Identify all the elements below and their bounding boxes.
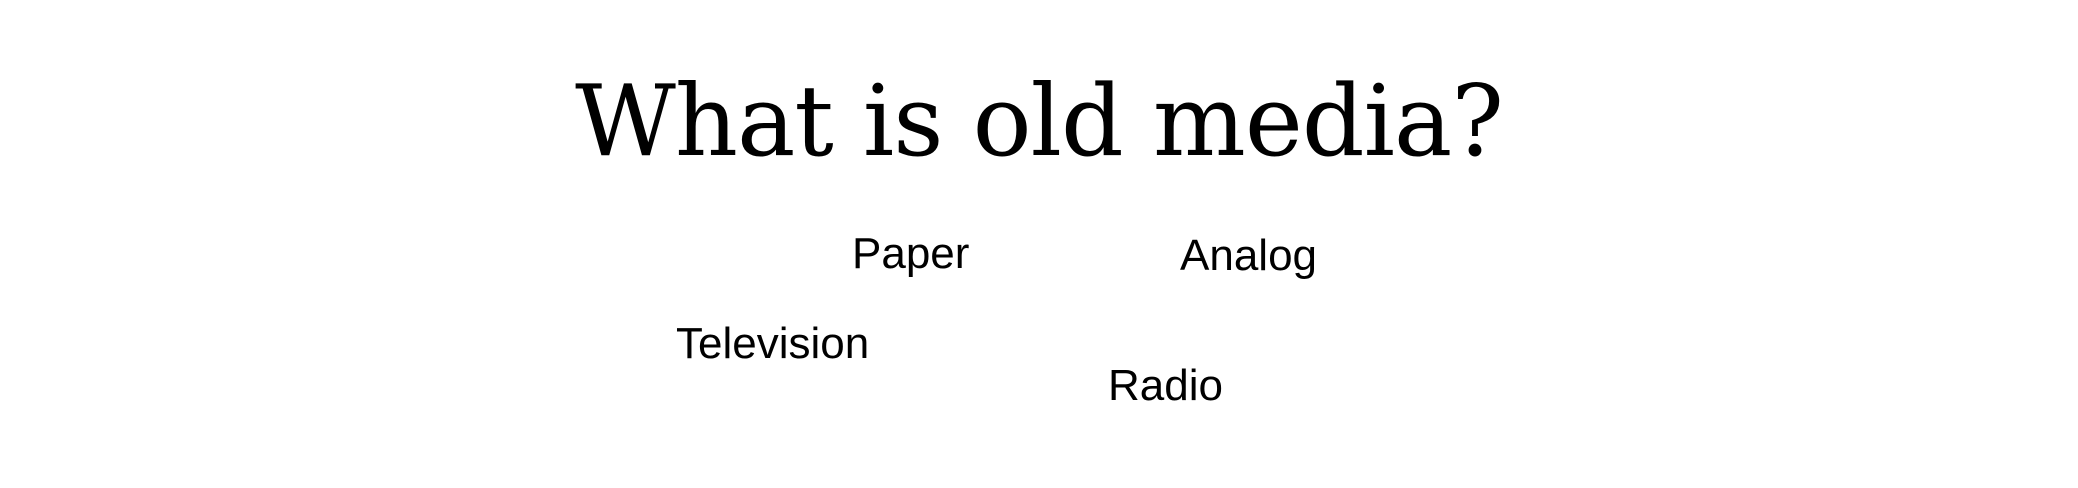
word-analog: Analog: [1180, 231, 1318, 280]
slide: What is old media? Paper Analog Televisi…: [0, 0, 2078, 488]
word-television: Television: [676, 319, 870, 368]
word-paper: Paper: [852, 229, 970, 278]
slide-title: What is old media?: [575, 65, 1504, 179]
word-radio: Radio: [1108, 361, 1223, 410]
